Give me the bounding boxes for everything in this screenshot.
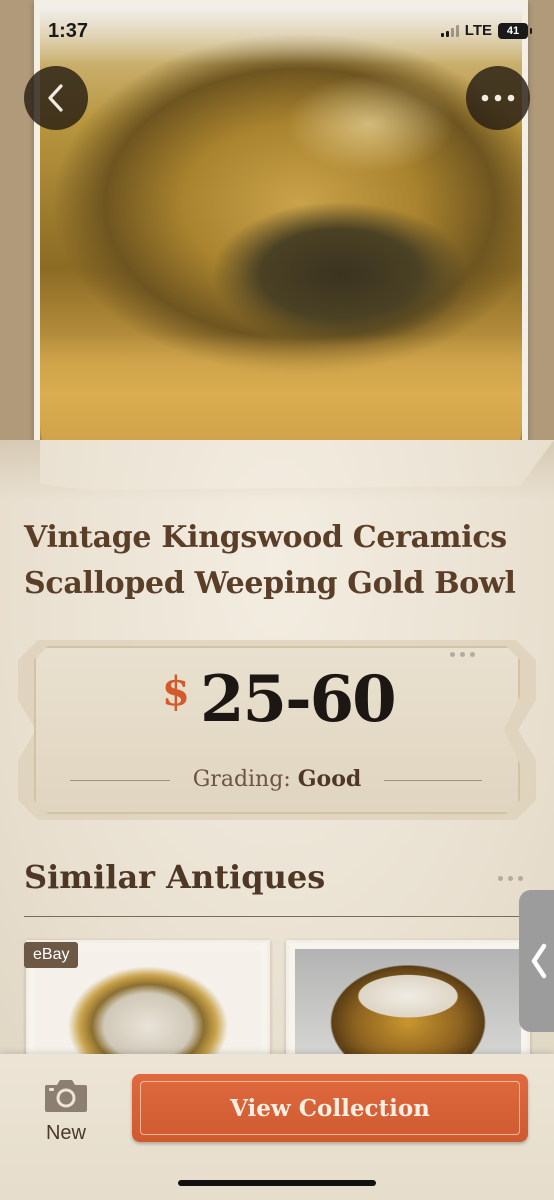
item-title: Vintage Kingswood Ceramics Scalloped Wee…: [24, 515, 534, 607]
chevron-left-icon: [48, 84, 63, 112]
price-range: 25-60: [200, 662, 397, 737]
item-photo-area: [0, 0, 554, 500]
ellipsis-icon: [481, 94, 515, 102]
home-indicator[interactable]: [178, 1180, 376, 1186]
grading-value: Good: [297, 766, 362, 792]
grading: Grading: Good: [0, 766, 554, 792]
source-badge: eBay: [24, 942, 79, 968]
similar-item-image: [295, 949, 521, 1067]
price-more-icon[interactable]: [450, 652, 475, 657]
item-title-line-1: Vintage Kingswood Ceramics: [24, 520, 507, 555]
currency-symbol: $: [162, 668, 190, 715]
view-collection-button[interactable]: View Collection: [132, 1074, 528, 1142]
section-divider: [24, 916, 520, 917]
side-drawer-tab[interactable]: [519, 890, 554, 1032]
item-photo[interactable]: [40, 4, 522, 484]
battery-icon: 41: [498, 22, 532, 39]
similar-item-image: [35, 951, 261, 1067]
signal-icon: [440, 24, 459, 37]
more-options-button[interactable]: [466, 66, 530, 130]
camera-icon: [45, 1080, 87, 1112]
network-label: LTE: [464, 22, 492, 39]
similar-item-card[interactable]: [286, 940, 530, 1070]
chevron-left-icon: [531, 943, 547, 979]
grading-label: Grading:: [192, 767, 291, 792]
battery-level: 41: [506, 24, 520, 37]
back-button[interactable]: [24, 66, 88, 130]
similar-antiques-heading: Similar Antiques: [24, 858, 326, 896]
view-collection-label: View Collection: [230, 1094, 430, 1122]
status-indicators: LTE 41: [440, 22, 532, 39]
status-time: 1:37: [48, 20, 89, 42]
new-scan-button[interactable]: New: [34, 1076, 98, 1152]
similar-more-icon[interactable]: [498, 876, 523, 881]
status-bar: 1:37 LTE 41: [0, 0, 554, 60]
new-label: New: [45, 1122, 86, 1144]
item-title-line-2: Scalloped Weeping Gold Bowl: [24, 566, 516, 601]
